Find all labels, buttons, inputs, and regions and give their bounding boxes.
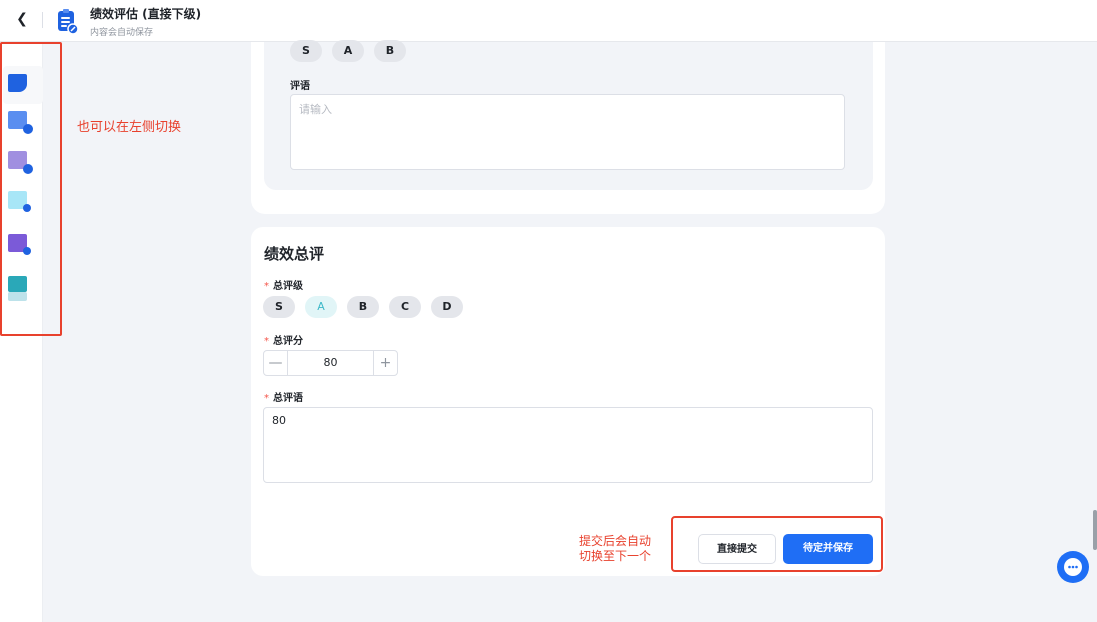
- overall-comment-label: * 总评语: [264, 389, 303, 404]
- overall-grade-a[interactable]: A: [305, 296, 337, 318]
- chat-bubble-icon: [1064, 558, 1082, 576]
- overall-comment-label-text: 总评语: [273, 393, 303, 404]
- overall-comment-textarea[interactable]: 80: [263, 407, 873, 483]
- direct-submit-button[interactable]: 直接提交: [698, 534, 776, 564]
- overall-score-value[interactable]: 80: [288, 351, 373, 375]
- overall-score-stepper[interactable]: — 80 +: [263, 350, 398, 376]
- overall-grade-s[interactable]: S: [263, 296, 295, 318]
- overall-score-label-text: 总评分: [273, 336, 303, 347]
- plus-icon[interactable]: +: [373, 351, 397, 375]
- required-asterisk: *: [264, 393, 269, 404]
- page-scrollbar[interactable]: [1093, 510, 1097, 550]
- grade-pill-a[interactable]: A: [332, 40, 364, 62]
- comment-placeholder: 请输入: [299, 103, 332, 116]
- required-asterisk: *: [264, 336, 269, 347]
- evaluation-doc-icon: [58, 9, 79, 35]
- top-header: ❮ 绩效评估 (直接下级) 内容会自动保存: [0, 0, 1097, 42]
- grade-pill-s[interactable]: S: [290, 40, 322, 62]
- overall-grade-c[interactable]: C: [389, 296, 421, 318]
- overall-score-label: * 总评分: [264, 332, 303, 347]
- required-asterisk: *: [264, 281, 269, 292]
- grade-pill-b[interactable]: B: [374, 40, 406, 62]
- overall-grade-d[interactable]: D: [431, 296, 463, 318]
- overall-grade-label: * 总评级: [264, 277, 303, 292]
- header-divider: [42, 12, 43, 28]
- annotation-submit-hint-line2: 切换至下一个: [579, 549, 652, 563]
- overall-section-title: 绩效总评: [264, 245, 325, 263]
- overall-grade-label-text: 总评级: [273, 281, 303, 292]
- annotation-left-hint: 也可以在左侧切换: [77, 120, 182, 135]
- annotation-box-rail: [0, 42, 62, 336]
- annotation-submit-hint: 提交后会自动 切换至下一个: [579, 534, 651, 564]
- pending-save-button[interactable]: 待定并保存: [783, 534, 873, 564]
- overall-grade-b[interactable]: B: [347, 296, 379, 318]
- comment-textarea[interactable]: 请输入: [290, 94, 845, 170]
- annotation-submit-hint-line1: 提交后会自动: [579, 534, 652, 548]
- back-chevron-icon[interactable]: ❮: [14, 11, 30, 27]
- autosave-hint: 内容会自动保存: [90, 28, 154, 38]
- minus-icon[interactable]: —: [264, 351, 288, 375]
- page-title: 绩效评估 (直接下级): [90, 7, 202, 21]
- chat-support-button[interactable]: [1057, 551, 1089, 583]
- comment-label: 评语: [290, 81, 310, 92]
